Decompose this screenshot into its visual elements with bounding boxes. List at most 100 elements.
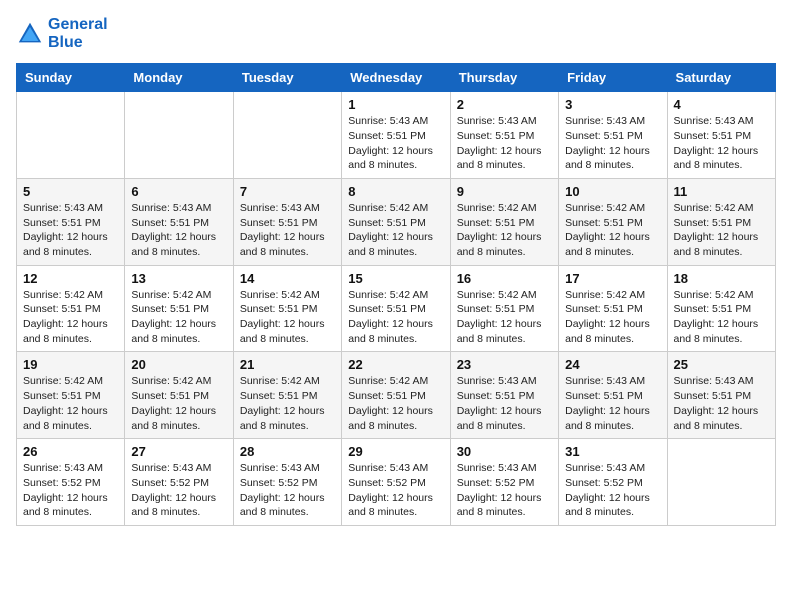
logo-icon bbox=[16, 20, 44, 48]
day-info: Sunrise: 5:43 AMSunset: 5:51 PMDaylight:… bbox=[457, 114, 552, 173]
day-info: Sunrise: 5:43 AMSunset: 5:52 PMDaylight:… bbox=[131, 461, 226, 520]
day-number: 18 bbox=[674, 271, 769, 286]
day-number: 31 bbox=[565, 444, 660, 459]
calendar-cell: 7 Sunrise: 5:43 AMSunset: 5:51 PMDaylight… bbox=[233, 178, 341, 265]
day-number: 1 bbox=[348, 97, 443, 112]
calendar-cell: 6 Sunrise: 5:43 AMSunset: 5:51 PMDaylight… bbox=[125, 178, 233, 265]
calendar-cell: 18Sunrise: 5:42 AMSunset: 5:51 PMDayligh… bbox=[667, 265, 775, 352]
weekday-header-saturday: Saturday bbox=[667, 64, 775, 92]
day-info: Sunrise: 5:42 AMSunset: 5:51 PMDaylight:… bbox=[131, 288, 226, 347]
weekday-header-wednesday: Wednesday bbox=[342, 64, 450, 92]
calendar-cell: 24Sunrise: 5:43 AMSunset: 5:51 PMDayligh… bbox=[559, 352, 667, 439]
calendar-cell: 26 Sunrise: 5:43 AMSunset: 5:52 PMDayligh… bbox=[17, 439, 125, 526]
calendar-cell: 31 Sunrise: 5:43 AMSunset: 5:52 PMDayligh… bbox=[559, 439, 667, 526]
calendar-cell bbox=[125, 92, 233, 179]
calendar-week-row: 1 Sunrise: 5:43 AMSunset: 5:51 PMDaylight… bbox=[17, 92, 776, 179]
weekday-header-tuesday: Tuesday bbox=[233, 64, 341, 92]
day-info: Sunrise: 5:42 AMSunset: 5:51 PMDaylight:… bbox=[23, 374, 118, 433]
day-info: Sunrise: 5:42 AMSunset: 5:51 PMDaylight:… bbox=[457, 201, 552, 260]
day-number: 11 bbox=[674, 184, 769, 199]
calendar-cell: 11 Sunrise: 5:42 AMSunset: 5:51 PMDayligh… bbox=[667, 178, 775, 265]
day-number: 20 bbox=[131, 357, 226, 372]
day-number: 6 bbox=[131, 184, 226, 199]
calendar-cell: 3 Sunrise: 5:43 AMSunset: 5:51 PMDaylight… bbox=[559, 92, 667, 179]
day-number: 21 bbox=[240, 357, 335, 372]
day-info: Sunrise: 5:43 AMSunset: 5:51 PMDaylight:… bbox=[457, 374, 552, 433]
logo: General Blue bbox=[16, 16, 108, 51]
weekday-header-friday: Friday bbox=[559, 64, 667, 92]
calendar-cell: 1 Sunrise: 5:43 AMSunset: 5:51 PMDaylight… bbox=[342, 92, 450, 179]
calendar-cell: 19 Sunrise: 5:42 AMSunset: 5:51 PMDayligh… bbox=[17, 352, 125, 439]
day-info: Sunrise: 5:42 AMSunset: 5:51 PMDaylight:… bbox=[348, 288, 443, 347]
calendar-cell: 9 Sunrise: 5:42 AMSunset: 5:51 PMDaylight… bbox=[450, 178, 558, 265]
weekday-header-thursday: Thursday bbox=[450, 64, 558, 92]
calendar-cell: 22 Sunrise: 5:42 AMSunset: 5:51 PMDayligh… bbox=[342, 352, 450, 439]
calendar-cell: 5Sunrise: 5:43 AMSunset: 5:51 PMDaylight… bbox=[17, 178, 125, 265]
calendar-cell: 10 Sunrise: 5:42 AMSunset: 5:51 PMDayligh… bbox=[559, 178, 667, 265]
calendar-cell: 2Sunrise: 5:43 AMSunset: 5:51 PMDaylight… bbox=[450, 92, 558, 179]
calendar-table: SundayMondayTuesdayWednesdayThursdayFrid… bbox=[16, 63, 776, 526]
day-number: 24 bbox=[565, 357, 660, 372]
day-number: 27 bbox=[131, 444, 226, 459]
day-info: Sunrise: 5:42 AMSunset: 5:51 PMDaylight:… bbox=[565, 288, 660, 347]
calendar-cell: 4Sunrise: 5:43 AMSunset: 5:51 PMDaylight… bbox=[667, 92, 775, 179]
day-info: Sunrise: 5:43 AMSunset: 5:51 PMDaylight:… bbox=[565, 114, 660, 173]
day-number: 13 bbox=[131, 271, 226, 286]
day-number: 5 bbox=[23, 184, 118, 199]
day-number: 26 bbox=[23, 444, 118, 459]
page-header: General Blue bbox=[16, 16, 776, 51]
calendar-cell: 27 Sunrise: 5:43 AMSunset: 5:52 PMDayligh… bbox=[125, 439, 233, 526]
day-info: Sunrise: 5:43 AMSunset: 5:51 PMDaylight:… bbox=[240, 201, 335, 260]
day-info: Sunrise: 5:43 AMSunset: 5:51 PMDaylight:… bbox=[348, 114, 443, 173]
calendar-week-row: 26 Sunrise: 5:43 AMSunset: 5:52 PMDayligh… bbox=[17, 439, 776, 526]
day-number: 17 bbox=[565, 271, 660, 286]
day-number: 15 bbox=[348, 271, 443, 286]
day-number: 19 bbox=[23, 357, 118, 372]
calendar-body: 1 Sunrise: 5:43 AMSunset: 5:51 PMDaylight… bbox=[17, 92, 776, 526]
day-info: Sunrise: 5:43 AMSunset: 5:52 PMDaylight:… bbox=[348, 461, 443, 520]
calendar-cell: 15 Sunrise: 5:42 AMSunset: 5:51 PMDayligh… bbox=[342, 265, 450, 352]
weekday-header-row: SundayMondayTuesdayWednesdayThursdayFrid… bbox=[17, 64, 776, 92]
day-number: 7 bbox=[240, 184, 335, 199]
logo-text-line1: General bbox=[48, 16, 108, 34]
calendar-week-row: 19 Sunrise: 5:42 AMSunset: 5:51 PMDayligh… bbox=[17, 352, 776, 439]
day-info: Sunrise: 5:43 AMSunset: 5:51 PMDaylight:… bbox=[674, 374, 769, 433]
day-info: Sunrise: 5:43 AMSunset: 5:51 PMDaylight:… bbox=[131, 201, 226, 260]
day-number: 30 bbox=[457, 444, 552, 459]
day-number: 4 bbox=[674, 97, 769, 112]
calendar-cell: 23 Sunrise: 5:43 AMSunset: 5:51 PMDayligh… bbox=[450, 352, 558, 439]
calendar-cell: 14Sunrise: 5:42 AMSunset: 5:51 PMDayligh… bbox=[233, 265, 341, 352]
day-number: 22 bbox=[348, 357, 443, 372]
calendar-cell: 16Sunrise: 5:42 AMSunset: 5:51 PMDayligh… bbox=[450, 265, 558, 352]
logo-text-line2: Blue bbox=[48, 34, 108, 52]
calendar-cell bbox=[667, 439, 775, 526]
calendar-cell: 17 Sunrise: 5:42 AMSunset: 5:51 PMDayligh… bbox=[559, 265, 667, 352]
day-info: Sunrise: 5:42 AMSunset: 5:51 PMDaylight:… bbox=[674, 201, 769, 260]
day-number: 10 bbox=[565, 184, 660, 199]
day-info: Sunrise: 5:42 AMSunset: 5:51 PMDaylight:… bbox=[240, 288, 335, 347]
calendar-week-row: 12Sunrise: 5:42 AMSunset: 5:51 PMDayligh… bbox=[17, 265, 776, 352]
day-number: 25 bbox=[674, 357, 769, 372]
calendar-header: SundayMondayTuesdayWednesdayThursdayFrid… bbox=[17, 64, 776, 92]
day-number: 9 bbox=[457, 184, 552, 199]
day-info: Sunrise: 5:43 AMSunset: 5:52 PMDaylight:… bbox=[565, 461, 660, 520]
day-info: Sunrise: 5:43 AMSunset: 5:52 PMDaylight:… bbox=[457, 461, 552, 520]
weekday-header-monday: Monday bbox=[125, 64, 233, 92]
calendar-cell: 28Sunrise: 5:43 AMSunset: 5:52 PMDayligh… bbox=[233, 439, 341, 526]
day-info: Sunrise: 5:42 AMSunset: 5:51 PMDaylight:… bbox=[348, 374, 443, 433]
calendar-cell bbox=[17, 92, 125, 179]
day-number: 3 bbox=[565, 97, 660, 112]
day-info: Sunrise: 5:43 AMSunset: 5:52 PMDaylight:… bbox=[23, 461, 118, 520]
calendar-cell bbox=[233, 92, 341, 179]
day-info: Sunrise: 5:42 AMSunset: 5:51 PMDaylight:… bbox=[565, 201, 660, 260]
day-info: Sunrise: 5:42 AMSunset: 5:51 PMDaylight:… bbox=[23, 288, 118, 347]
day-number: 28 bbox=[240, 444, 335, 459]
day-number: 23 bbox=[457, 357, 552, 372]
day-number: 29 bbox=[348, 444, 443, 459]
calendar-cell: 13 Sunrise: 5:42 AMSunset: 5:51 PMDayligh… bbox=[125, 265, 233, 352]
day-number: 8 bbox=[348, 184, 443, 199]
calendar-cell: 25 Sunrise: 5:43 AMSunset: 5:51 PMDayligh… bbox=[667, 352, 775, 439]
calendar-cell: 12Sunrise: 5:42 AMSunset: 5:51 PMDayligh… bbox=[17, 265, 125, 352]
calendar-cell: 30 Sunrise: 5:43 AMSunset: 5:52 PMDayligh… bbox=[450, 439, 558, 526]
calendar-week-row: 5 Sunrise: 5:43 AMSunset: 5:51 PMDaylight… bbox=[17, 178, 776, 265]
